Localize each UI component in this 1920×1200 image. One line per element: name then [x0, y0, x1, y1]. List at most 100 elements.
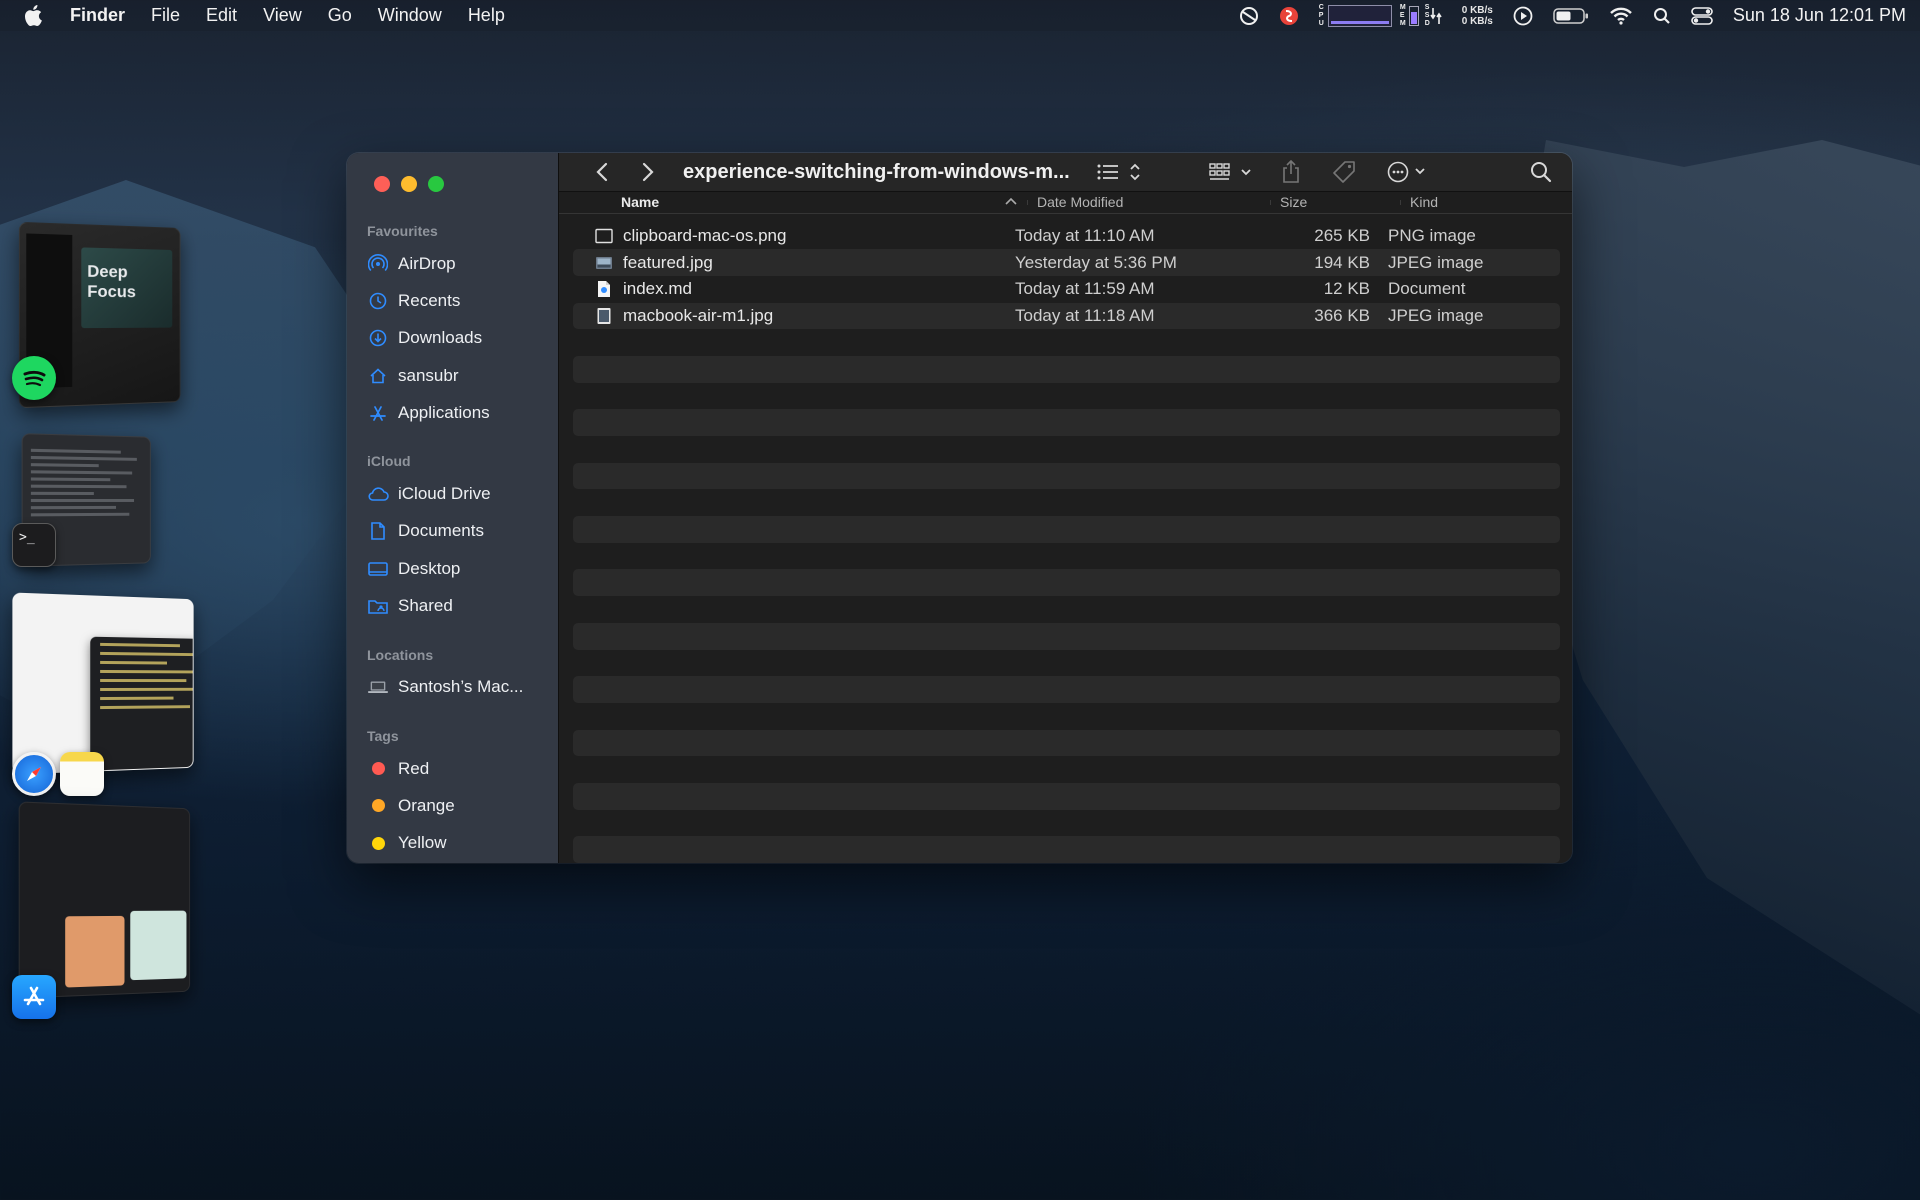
focus-icon[interactable] [1239, 4, 1259, 28]
ssd-icon[interactable]: SSD [1425, 4, 1442, 28]
list-view-button[interactable] [1093, 161, 1145, 183]
sidebar-item-tag-orange[interactable]: Orange [347, 787, 558, 824]
app-card-thumbnail [65, 916, 124, 988]
file-row[interactable]: featured.jpg Yesterday at 5:36 PM 194 KB… [573, 249, 1560, 276]
finder-toolbar: experience-switching-from-windows-m... [559, 153, 1572, 192]
file-date-modified: Today at 11:18 AM [1015, 306, 1258, 326]
file-row[interactable]: macbook-air-m1.jpg Today at 11:18 AM 366… [573, 303, 1560, 330]
jpg-file-icon [595, 254, 613, 272]
more-actions-button[interactable] [1383, 160, 1435, 184]
play-icon[interactable] [1513, 4, 1533, 28]
sidebar-item-recents[interactable]: Recents [347, 282, 558, 319]
minimize-window-button[interactable] [401, 176, 417, 192]
search-icon[interactable] [1528, 161, 1554, 183]
terminal-output-thumbnail [31, 445, 143, 521]
desktop-icon [367, 559, 389, 579]
file-name: clipboard-mac-os.png [623, 226, 786, 246]
menu-bar-clock[interactable]: Sun 18 Jun 12:01 PM [1733, 5, 1906, 26]
menu-go[interactable]: Go [328, 5, 352, 26]
stage-window-app-store[interactable] [19, 801, 190, 998]
terminal-app-icon[interactable]: >_ [12, 523, 56, 567]
cpu-graph[interactable]: CPU [1319, 4, 1392, 28]
sidebar-item-desktop[interactable]: Desktop [347, 550, 558, 587]
menu-edit[interactable]: Edit [206, 5, 237, 26]
menu-file[interactable]: File [151, 5, 180, 26]
markdown-file-icon [595, 280, 613, 298]
sidebar-item-applications[interactable]: Applications [347, 394, 558, 431]
sidebar-item-tag-red[interactable]: Red [347, 750, 558, 787]
sidebar-item-icloud-drive[interactable]: iCloud Drive [347, 475, 558, 512]
sidebar-item-shared[interactable]: Shared [347, 587, 558, 624]
column-header-size[interactable]: Size [1270, 192, 1400, 212]
network-speed[interactable]: 0 KB/s 0 KB/s [1462, 5, 1493, 27]
sidebar-item-tag-yellow[interactable]: Yellow [347, 825, 558, 862]
memory-graph[interactable]: MEM [1400, 4, 1419, 28]
tag-color-red [372, 762, 385, 775]
menu-help[interactable]: Help [468, 5, 505, 26]
sidebar-item-documents[interactable]: Documents [347, 513, 558, 550]
group-by-button[interactable] [1205, 161, 1257, 183]
tag-button[interactable] [1329, 159, 1359, 185]
sidebar-section-favourites: Favourites [347, 223, 558, 239]
window-controls [347, 175, 558, 193]
file-kind: JPEG image [1388, 253, 1558, 273]
back-button[interactable] [589, 161, 615, 183]
file-date-modified: Today at 11:59 AM [1015, 279, 1258, 299]
sidebar-item-label: Applications [398, 403, 490, 423]
sidebar-item-airdrop[interactable]: AirDrop [347, 245, 558, 282]
column-header-label: Date Modified [1037, 194, 1123, 210]
empty-row [573, 463, 1560, 490]
spotlight-search-icon[interactable] [1653, 4, 1671, 28]
notes-app-icon[interactable] [60, 752, 104, 796]
app-store-icon[interactable] [12, 975, 56, 1019]
menu-view[interactable]: View [263, 5, 302, 26]
sidebar-item-label: sansubr [398, 366, 458, 386]
file-kind: PNG image [1388, 226, 1558, 246]
spotify-app-icon[interactable] [12, 356, 56, 400]
safari-app-icon[interactable] [12, 752, 56, 796]
empty-row [573, 756, 1560, 783]
close-window-button[interactable] [374, 176, 390, 192]
sidebar-item-label: Documents [398, 521, 484, 541]
column-header-date-modified[interactable]: Date Modified [1027, 192, 1270, 212]
sidebar-item-label: Downloads [398, 328, 482, 348]
menu-app-finder[interactable]: Finder [70, 5, 125, 26]
memory-label-icon: MEM [1400, 4, 1406, 28]
scrobbles-icon[interactable] [1279, 4, 1299, 28]
sidebar-item-label: Yellow [398, 833, 447, 853]
battery-icon[interactable] [1553, 4, 1589, 28]
sidebar-item-home[interactable]: sansubr [347, 357, 558, 394]
empty-row [573, 596, 1560, 623]
file-row[interactable]: index.md Today at 11:59 AM 12 KB Documen… [573, 276, 1560, 303]
menu-bar: Finder File Edit View Go Window Help CPU… [0, 0, 1920, 31]
menu-window[interactable]: Window [378, 5, 442, 26]
empty-row [573, 383, 1560, 410]
empty-row [573, 329, 1560, 356]
sidebar-section-icloud: iCloud [347, 453, 558, 469]
sidebar-item-downloads[interactable]: Downloads [347, 320, 558, 357]
window-title: experience-switching-from-windows-m... [683, 161, 1093, 184]
share-button[interactable] [1277, 159, 1305, 185]
file-size: 194 KB [1258, 253, 1388, 273]
applications-icon [367, 403, 389, 423]
empty-row [573, 356, 1560, 383]
file-row[interactable]: clipboard-mac-os.png Today at 11:10 AM 2… [573, 223, 1560, 250]
wifi-icon[interactable] [1609, 4, 1633, 28]
empty-row [573, 409, 1560, 436]
column-header-row: Name Date Modified Size Kind [559, 192, 1572, 213]
zoom-window-button[interactable] [428, 176, 444, 192]
apple-menu-icon[interactable] [24, 5, 44, 26]
forward-button[interactable] [635, 161, 661, 183]
net-download-speed: 0 KB/s [1462, 16, 1493, 27]
sidebar-section-tags: Tags [347, 728, 558, 744]
sidebar-item-this-mac[interactable]: Santosh’s Mac... [347, 669, 558, 706]
control-center-icon[interactable] [1691, 4, 1713, 28]
cpu-usage-graph [1328, 5, 1392, 27]
column-header-kind[interactable]: Kind [1400, 192, 1570, 212]
file-kind: Document [1388, 279, 1558, 299]
column-header-name[interactable]: Name [559, 192, 1027, 212]
file-name: index.md [623, 279, 692, 299]
file-size: 12 KB [1258, 279, 1388, 299]
stage-window-safari-notes[interactable] [12, 592, 193, 774]
file-kind: JPEG image [1388, 306, 1558, 326]
